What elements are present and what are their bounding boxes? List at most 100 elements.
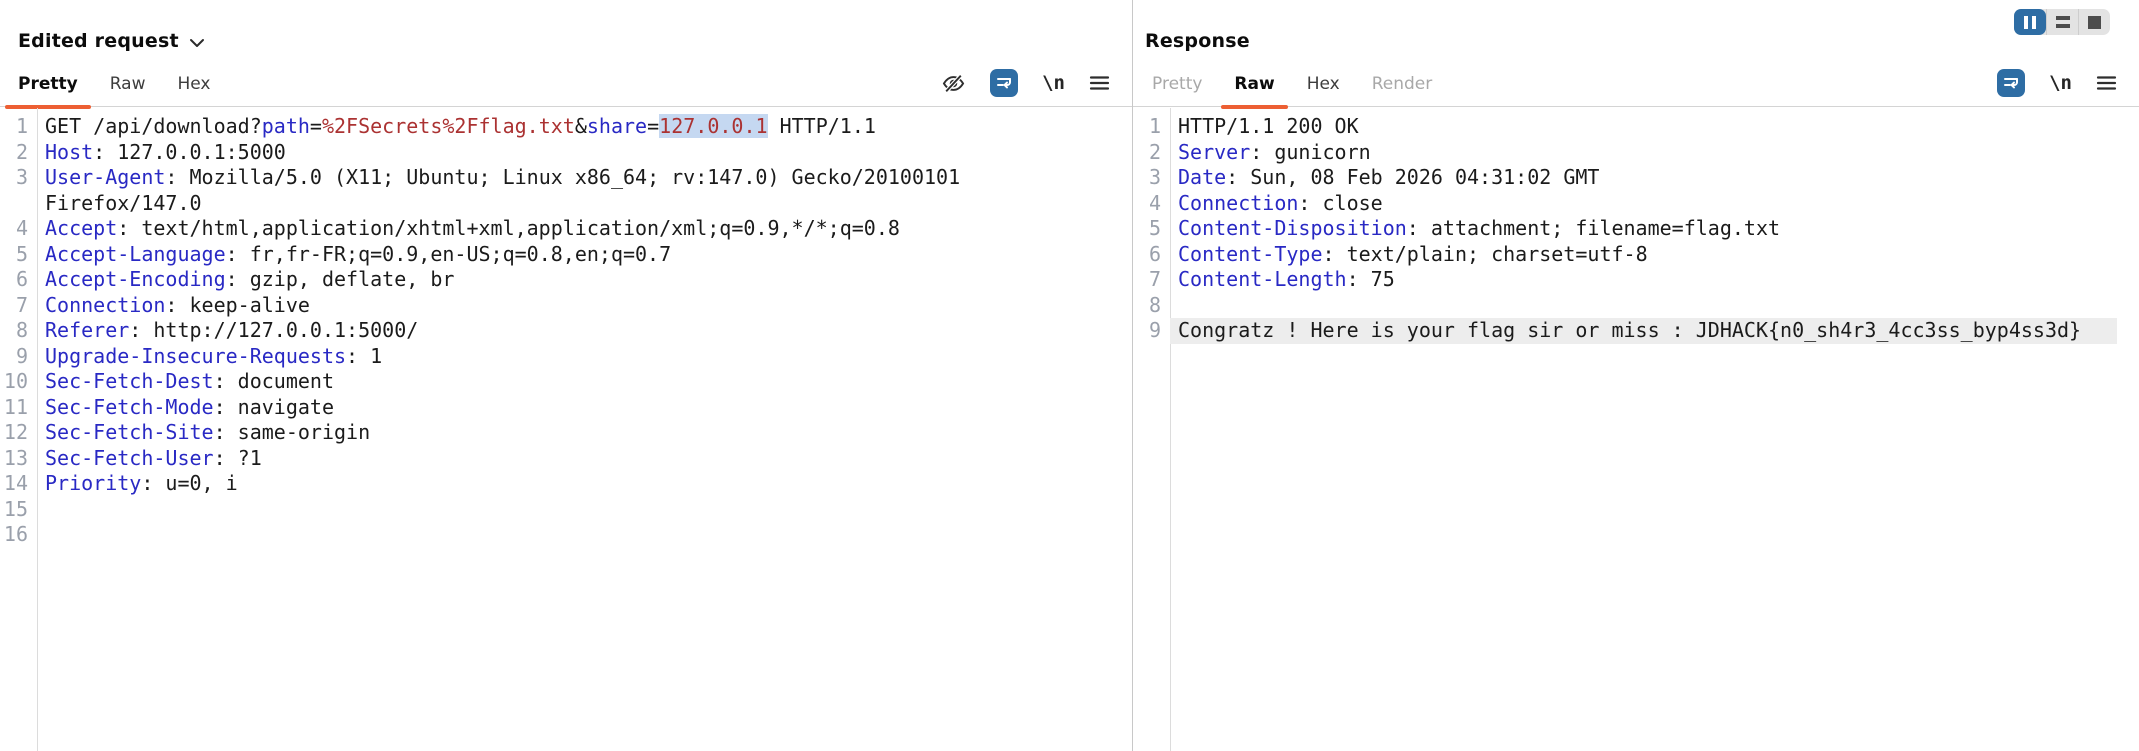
request-line[interactable]: 9 Upgrade-Insecure-Requests: 1 [0, 344, 1132, 370]
code-text: : fr,fr-FR;q=0.9,en-US;q=0.8,en;q=0.7 [225, 241, 672, 266]
header-name: Sec-Fetch-Dest [45, 369, 214, 393]
word-wrap-chip [990, 69, 1019, 97]
line-text: Server: gunicorn [1170, 140, 2117, 166]
request-editor[interactable]: 1 GET /api/download?path=%2FSecrets%2Ffla… [0, 107, 1132, 548]
line-text: Content-Length: 75 [1170, 267, 2117, 293]
request-line[interactable]: 11 Sec-Fetch-Mode: navigate [0, 395, 1132, 421]
word-wrap-icon[interactable] [1997, 69, 2026, 97]
rows-layout-button[interactable] [2046, 9, 2078, 35]
newline-glyph: \n [1042, 72, 1065, 94]
code-text: HTTP/1.1 200 OK [1178, 114, 1359, 138]
code-text: = [647, 114, 660, 138]
columns-layout-button[interactable] [2014, 9, 2046, 35]
line-number: 10 [3, 369, 28, 393]
code-text: : text/plain; charset=utf-8 [1322, 241, 1648, 266]
header-name: User-Agent [45, 165, 166, 189]
header-name: Host [45, 139, 94, 164]
response-line[interactable]: 4 Connection: close [1133, 191, 2139, 217]
single-layout-button[interactable] [2078, 9, 2110, 35]
line-text: Sec-Fetch-Mode: navigate [37, 395, 1110, 421]
response-line[interactable]: 6 Content-Type: text/plain; charset=utf-8 [1133, 242, 2139, 268]
request-title-row[interactable]: Edited request [0, 28, 1132, 54]
line-number: 8 [15, 318, 28, 342]
request-tab-pretty[interactable]: Pretty [5, 74, 91, 109]
line-number: 9 [15, 343, 28, 368]
line-number: 16 [3, 522, 28, 546]
line-number: 1 [15, 114, 28, 138]
word-wrap-chip [1997, 69, 2026, 97]
header-name: Referer [45, 318, 130, 342]
response-line[interactable]: 7 Content-Length: 75 [1133, 267, 2139, 293]
request-line[interactable]: 10 Sec-Fetch-Dest: document [0, 369, 1132, 395]
request-line[interactable]: 8 Referer: http://127.0.0.1:5000/ [0, 318, 1132, 344]
code-text: : gunicorn [1250, 139, 1371, 164]
request-line[interactable]: 15 [0, 497, 1132, 523]
response-line[interactable]: 8 [1133, 293, 2139, 319]
request-tab-raw[interactable]: Raw [97, 74, 159, 106]
line-text: Accept-Language: fr,fr-FR;q=0.9,en-US;q=… [37, 242, 1110, 268]
request-line[interactable]: 2 Host: 127.0.0.1:5000 [0, 140, 1132, 166]
response-line[interactable]: 1 HTTP/1.1 200 OK [1133, 114, 2139, 140]
request-line[interactable]: 14 Priority: u=0, i [0, 471, 1132, 497]
response-title-row: Response [1133, 28, 2139, 54]
line-text: Accept: text/html,application/xhtml+xml,… [37, 216, 1110, 242]
response-tab-pretty[interactable]: Pretty [1139, 74, 1215, 106]
request-line[interactable]: 5 Accept-Language: fr,fr-FR;q=0.9,en-US;q… [0, 242, 1132, 268]
header-name: Accept-Encoding [45, 267, 226, 291]
line-number: 12 [3, 420, 28, 444]
menu-icon[interactable] [2096, 69, 2117, 97]
code-text: = [309, 114, 322, 138]
line-text: Priority: u=0, i [37, 471, 1110, 497]
code-text: : document [213, 369, 334, 393]
header-name: Priority [45, 471, 142, 495]
line-text: Upgrade-Insecure-Requests: 1 [37, 344, 1110, 370]
code-text: : keep-alive [165, 292, 310, 317]
line-text: Connection: keep-alive [37, 293, 1110, 319]
line-text: Host: 127.0.0.1:5000 [37, 140, 1110, 166]
header-name: Content-Length [1178, 267, 1347, 291]
response-tab-raw[interactable]: Raw [1221, 74, 1288, 109]
request-line[interactable]: 12 Sec-Fetch-Site: same-origin [0, 420, 1132, 446]
menu-icon[interactable] [1089, 69, 1110, 97]
line-text: Sec-Fetch-Site: same-origin [37, 420, 1110, 446]
header-name: Connection [1178, 190, 1299, 215]
eye-off-icon[interactable] [941, 69, 966, 97]
response-line[interactable]: 5 Content-Disposition: attachment; filena… [1133, 216, 2139, 242]
request-line[interactable]: 6 Accept-Encoding: gzip, deflate, br [0, 267, 1132, 293]
response-line[interactable]: 2 Server: gunicorn [1133, 140, 2139, 166]
response-viewer[interactable]: 1 HTTP/1.1 200 OK 2 Server: gunicorn 3 Date: … [1133, 107, 2139, 344]
menu-glyph [2096, 76, 2117, 90]
code-text: : 75 [1346, 267, 1395, 291]
code-text: : ?1 [213, 445, 262, 470]
request-line[interactable]: 13 Sec-Fetch-User: ?1 [0, 446, 1132, 472]
request-line[interactable]: 4 Accept: text/html,application/xhtml+xml… [0, 216, 1132, 242]
code-text: : u=0, i [141, 471, 238, 495]
line-number: 3 [1148, 165, 1161, 189]
response-line[interactable]: 9 Congratz ! Here is your flag sir or mis… [1133, 318, 2139, 344]
code-text: HTTP/1.1 [767, 114, 876, 138]
response-tab-render[interactable]: Render [1359, 74, 1446, 106]
header-name: Content-Type [1178, 241, 1323, 266]
line-number: 2 [1148, 139, 1161, 164]
newline-icon[interactable]: \n [2049, 69, 2072, 97]
code-text: GET /api/download? [45, 114, 262, 138]
line-number: 15 [3, 496, 28, 521]
line-number: 14 [3, 471, 28, 495]
line-text: HTTP/1.1 200 OK [1170, 114, 2117, 140]
line-number: 5 [15, 241, 28, 266]
header-name: Accept-Language [45, 241, 226, 266]
line-number: 1 [1148, 114, 1161, 138]
request-tab-hex[interactable]: Hex [164, 74, 223, 106]
header-name: Upgrade-Insecure-Requests [45, 343, 347, 368]
request-line[interactable]: 3 User-Agent: Mozilla/5.0 (X11; Ubuntu; L… [0, 165, 1132, 216]
newline-icon[interactable]: \n [1042, 69, 1065, 97]
word-wrap-icon[interactable] [990, 69, 1019, 97]
code-text: : 127.0.0.1:5000 [93, 139, 286, 164]
line-text: Sec-Fetch-Dest: document [37, 369, 1110, 395]
response-line[interactable]: 3 Date: Sun, 08 Feb 2026 04:31:02 GMT [1133, 165, 2139, 191]
request-line[interactable]: 16 [0, 522, 1132, 548]
response-tab-hex[interactable]: Hex [1294, 74, 1353, 106]
request-line[interactable]: 7 Connection: keep-alive [0, 293, 1132, 319]
single-layout-icon [2088, 15, 2101, 29]
request-line[interactable]: 1 GET /api/download?path=%2FSecrets%2Ffla… [0, 114, 1132, 140]
